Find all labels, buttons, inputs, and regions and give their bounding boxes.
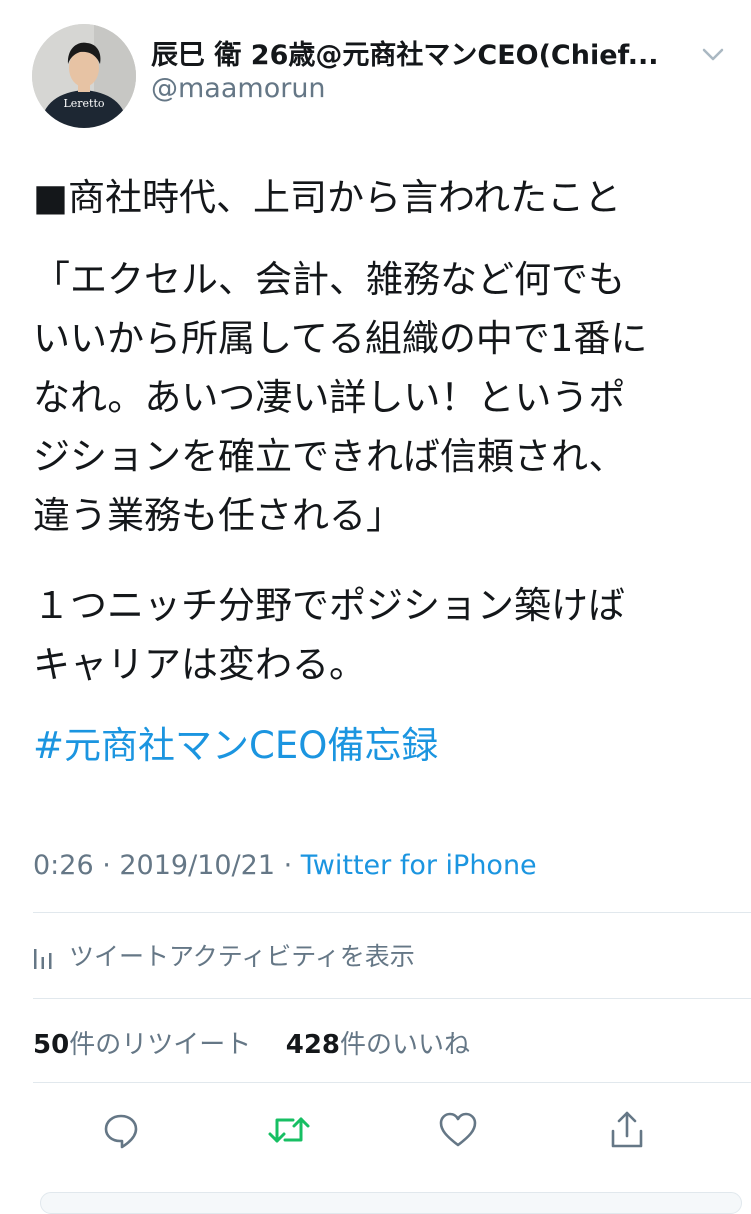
tweet-activity-link[interactable]: ツイートアクティビティを表示 [33,935,415,975]
tweet-header: Leretto 辰巳 衛 26歳@元商社マンCEO(Chief... @maam… [0,0,751,140]
engagement-stats: 50件のリツイート 428件のいいね [33,1024,470,1061]
tweet-line: いいから所属してる組織の中で1番に [33,317,648,360]
tweet-line: 違う業務も任される」 [33,494,403,537]
share-icon [611,1111,643,1148]
like-label: 件のいいね [340,1030,471,1060]
divider [33,1082,751,1083]
share-button[interactable] [603,1106,651,1154]
hashtag-link[interactable]: #元商社マンCEO備忘録 [33,716,438,775]
avatar-shirt-text: Leretto [63,97,104,110]
bar-chart-icon [34,949,52,969]
like-button[interactable] [434,1106,482,1154]
source-link[interactable]: Twitter for iPhone [301,850,537,881]
divider [33,912,751,913]
tweet-line: なれ。あいつ凄い詳しい！というポ [33,376,626,419]
retweet-label: 件のリツイート [69,1030,252,1060]
timestamp[interactable]: 0:26 · 2019/10/21 · [33,850,301,881]
retweet-button[interactable] [265,1106,313,1154]
like-icon [439,1112,477,1147]
activity-label: ツイートアクティビティを表示 [69,942,415,971]
more-options-button[interactable] [700,44,726,64]
chevron-down-icon [702,48,724,61]
tweet-line: キャリアは変わる。 [33,643,366,686]
reply-composer-bar[interactable] [40,1192,742,1214]
reply-icon [104,1114,138,1149]
reply-button[interactable] [97,1106,145,1154]
tweet-line: 「エクセル、会計、雑務など何でも [33,258,625,301]
divider [33,998,751,999]
avatar[interactable]: Leretto [32,24,136,128]
tweet-line: ■商社時代、上司から言われたこと [33,176,622,219]
retweet-count: 50 [33,1030,70,1060]
retweet-icon [268,1117,310,1143]
tweet-line: ジションを確立できれば信頼され、 [33,435,626,478]
tweet-meta: 0:26 · 2019/10/21 · Twitter for iPhone [33,850,537,881]
like-count: 428 [285,1030,341,1060]
display-name[interactable]: 辰巳 衛 26歳@元商社マンCEO(Chief... [151,33,681,72]
tweet-actions [0,1098,751,1162]
user-handle[interactable]: @maamorun [151,73,326,104]
likes-stat[interactable]: 428件のいいね [286,1030,470,1060]
tweet-line: １つニッチ分野でポジション築けば [33,584,625,627]
retweets-stat[interactable]: 50件のリツイート [33,1030,251,1060]
